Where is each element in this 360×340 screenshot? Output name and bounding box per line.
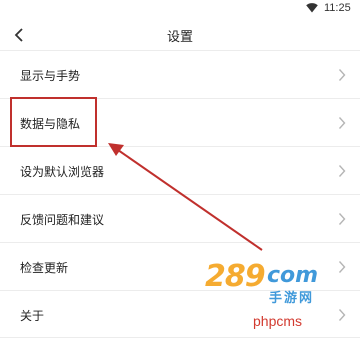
annotation-highlight-box (10, 97, 97, 147)
watermark-brand: phpcms (253, 313, 303, 329)
wifi-icon (306, 3, 318, 13)
header: 设置 (0, 18, 360, 54)
watermark-number: 289 (205, 259, 266, 294)
status-time: 11:25 (324, 2, 351, 14)
page-title: 设置 (166, 30, 193, 45)
chevron-right-icon (338, 309, 346, 321)
settings-item-default-browser[interactable]: 设为默认浏览器 (0, 146, 360, 194)
chevron-right-icon (338, 213, 346, 225)
watermark-cn: 手游网 (269, 291, 315, 306)
settings-item-feedback[interactable]: 反馈问题和建议 (0, 194, 360, 242)
chevron-right-icon (338, 165, 346, 177)
settings-item-label: 反馈问题和建议 (20, 213, 105, 227)
watermark-logo: 289 com 手游网 (205, 255, 345, 306)
settings-item-label: 检查更新 (20, 261, 69, 275)
chevron-right-icon (338, 117, 346, 129)
settings-item-label: 显示与手势 (20, 69, 81, 83)
settings-item-label: 设为默认浏览器 (20, 165, 105, 179)
chevron-right-icon (338, 69, 346, 81)
settings-item-label: 关于 (20, 309, 45, 323)
settings-item-display-gesture[interactable]: 显示与手势 (0, 50, 360, 98)
watermark-suffix: com (267, 263, 319, 288)
status-bar: 11:25 (0, 0, 360, 18)
